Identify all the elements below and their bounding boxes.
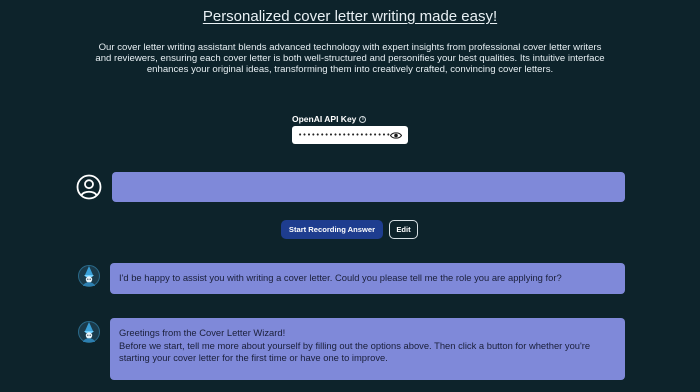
bot-message-2-line-2: Before we start, tell me more about your… [119,339,591,364]
bot-message-1: I'd be happy to assist you with writing … [110,263,625,294]
bot-message-1-text: I'd be happy to assist you with writing … [119,272,562,284]
api-key-input[interactable]: •••••••••••••••••••••••••••••• [298,131,390,139]
edit-button[interactable]: Edit [389,220,418,239]
start-recording-button[interactable]: Start Recording Answer [281,220,383,239]
api-key-field[interactable]: •••••••••••••••••••••••••••••• [292,126,408,144]
user-answer-field[interactable] [112,172,625,202]
bot-message-2-line-1: Greetings from the Cover Letter Wizard! [119,327,286,338]
page: Personalized cover letter writing made e… [0,0,700,392]
page-description: Our cover letter writing assistant blend… [95,42,605,75]
api-key-label-row: OpenAI API Key i [292,114,367,124]
wizard-bot-icon [78,320,100,344]
wizard-bot-icon [78,264,100,288]
page-title[interactable]: Personalized cover letter writing made e… [0,8,700,25]
bot-message-2: Greetings from the Cover Letter Wizard! … [110,318,625,380]
info-icon[interactable]: i [359,115,367,123]
user-circle-icon [76,174,102,200]
api-key-label: OpenAI API Key [292,114,357,124]
eye-icon[interactable] [390,130,402,140]
